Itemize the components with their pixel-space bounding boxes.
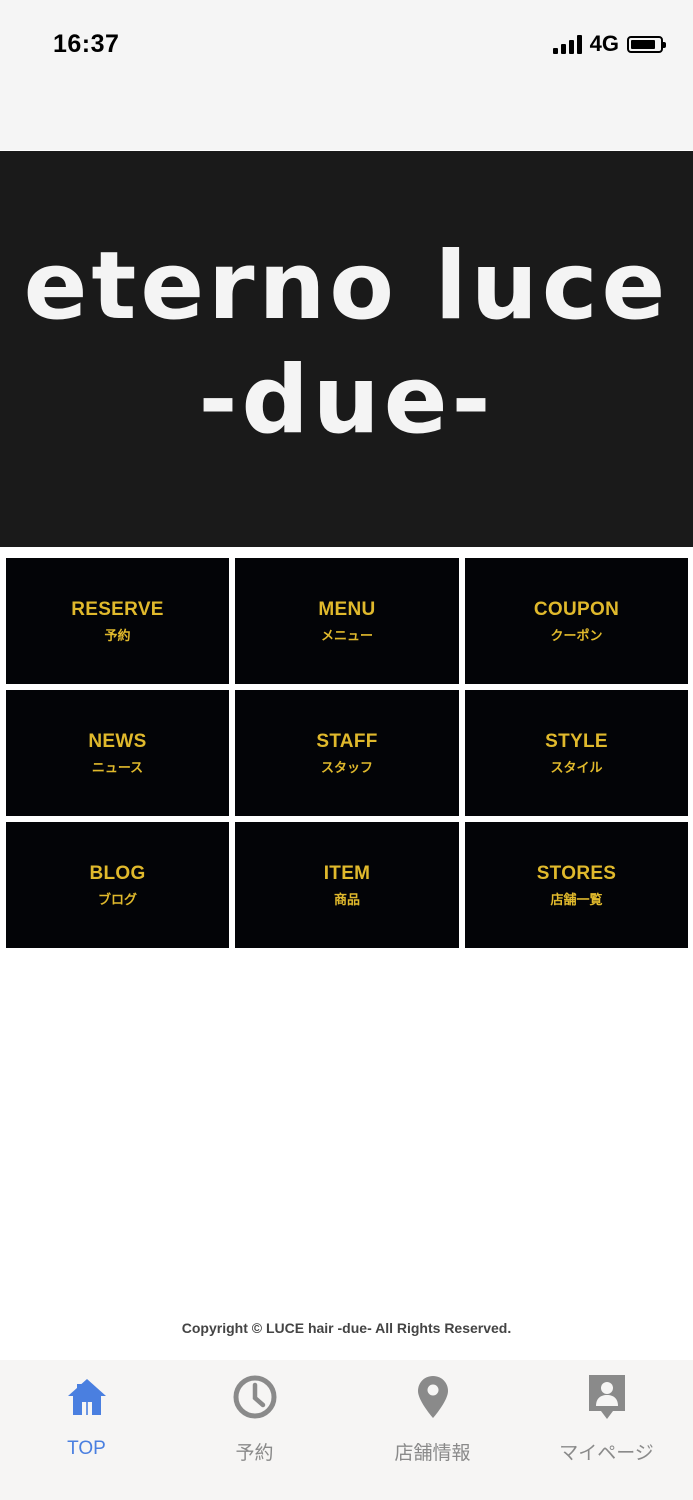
tile-label-ja: メニュー (320, 627, 373, 643)
tab-label: TOP (67, 1438, 106, 1459)
menu-tile-item[interactable]: ITEM 商品 (235, 822, 459, 948)
status-time: 16:37 (53, 30, 120, 58)
menu-tile-reserve[interactable]: RESERVE 予約 (6, 558, 229, 684)
tile-label-en: NEWS (88, 730, 147, 752)
menu-tile-news[interactable]: NEWS ニュース (6, 690, 229, 816)
tile-label-en: RESERVE (71, 598, 164, 620)
tab-label: 予約 (235, 1443, 274, 1464)
tile-label-en: ITEM (323, 862, 371, 884)
tile-label-ja: ニュース (91, 759, 144, 775)
home-icon (66, 1374, 108, 1420)
menu-tile-staff[interactable]: STAFF スタッフ (235, 690, 459, 816)
tab-mypage[interactable]: マイページ (520, 1360, 693, 1500)
tile-label-en: STYLE (545, 730, 608, 752)
tab-reserve[interactable]: 予約 (168, 1360, 341, 1500)
menu-tile-style[interactable]: STYLE スタイル (465, 690, 688, 816)
logo-subtitle: -due- (198, 346, 495, 455)
tile-label-en: COUPON (533, 598, 620, 620)
tab-store-info[interactable]: 店舗情報 (346, 1360, 519, 1500)
tile-label-en: BLOG (89, 862, 146, 884)
tile-label-ja: 商品 (333, 891, 360, 907)
tile-label-en: MENU (318, 598, 376, 620)
tab-label: マイページ (559, 1443, 654, 1464)
header-banner: eterno luce -due- (0, 151, 693, 547)
bottom-tab-bar: TOP 予約 店舗情報 マイページ (0, 1360, 693, 1500)
tile-label-ja: スタッフ (320, 759, 373, 775)
tile-label-ja: ブログ (97, 891, 137, 907)
tile-label-ja: 店舗一覧 (550, 891, 603, 907)
status-indicators: 4G (552, 31, 666, 57)
copyright-text: Copyright © LUCE hair -due- All Rights R… (181, 1320, 512, 1336)
menu-tile-stores[interactable]: STORES 店舗一覧 (465, 822, 688, 948)
network-type: 4G (589, 31, 619, 56)
tile-label-ja: 予約 (104, 627, 131, 643)
menu-tile-blog[interactable]: BLOG ブログ (6, 822, 229, 948)
signal-icon (552, 34, 582, 54)
logo-title: eterno luce (23, 232, 670, 341)
menu-grid: RESERVE 予約 MENU メニュー COUPON クーポン NEWS ニュ… (6, 558, 688, 948)
menu-tile-coupon[interactable]: COUPON クーポン (465, 558, 688, 684)
profile-icon (586, 1374, 628, 1420)
tab-label: 店舗情報 (394, 1443, 471, 1464)
battery-icon (627, 35, 666, 53)
menu-tile-menu[interactable]: MENU メニュー (235, 558, 459, 684)
location-pin-icon (416, 1374, 450, 1420)
tile-label-ja: クーポン (550, 627, 603, 643)
status-bar: 16:37 4G (0, 0, 693, 150)
clock-icon (233, 1374, 277, 1420)
tile-label-en: STORES (536, 862, 617, 884)
tile-label-ja: スタイル (550, 759, 603, 775)
tab-top[interactable]: TOP (0, 1360, 173, 1500)
tile-label-en: STAFF (316, 730, 378, 752)
